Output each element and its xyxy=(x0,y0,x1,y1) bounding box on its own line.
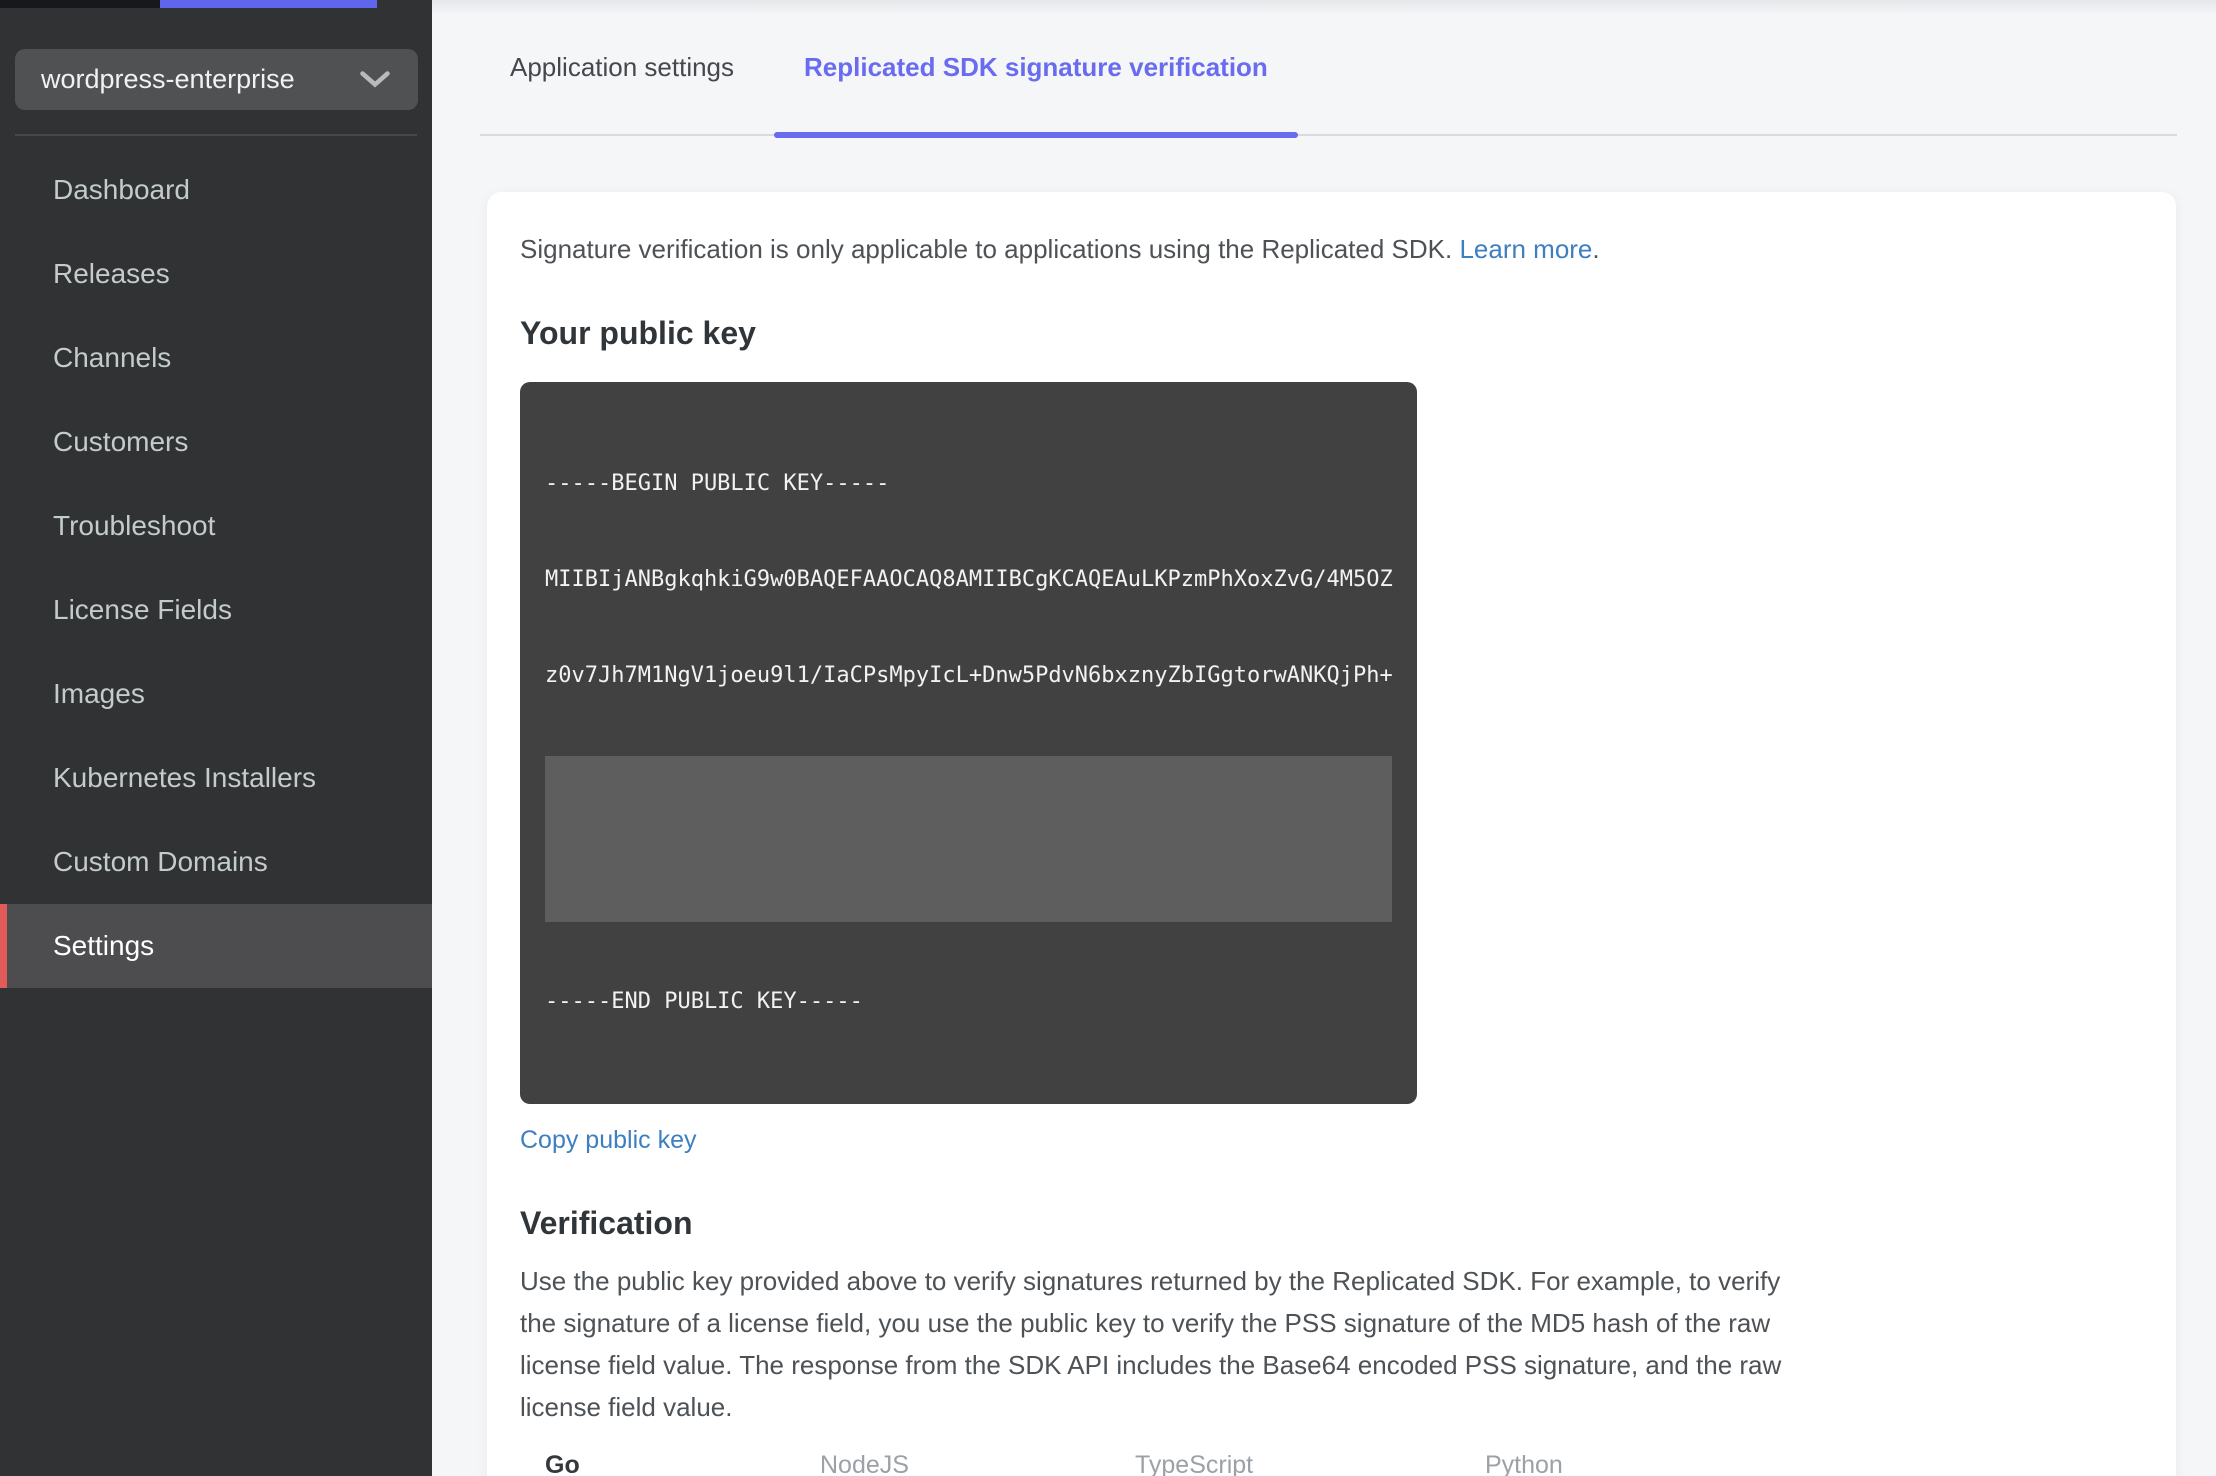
sidebar-item-channels[interactable]: Channels xyxy=(0,316,432,400)
signature-verification-card: Signature verification is only applicabl… xyxy=(487,192,2176,1476)
public-key-block: -----BEGIN PUBLIC KEY----- MIIBIjANBgkqh… xyxy=(520,382,1417,1104)
top-strip-accent xyxy=(160,0,377,8)
key-line-begin: -----BEGIN PUBLIC KEY----- xyxy=(545,471,890,496)
sidebar-nav: Dashboard Releases Channels Customers Tr… xyxy=(0,148,432,988)
verification-description: Use the public key provided above to ver… xyxy=(520,1266,1782,1422)
sidebar-item-kubernetes-installers[interactable]: Kubernetes Installers xyxy=(0,736,432,820)
app-selector-dropdown[interactable]: wordpress-enterprise xyxy=(15,49,418,110)
public-key-title: Your public key xyxy=(520,315,756,351)
sidebar-item-releases[interactable]: Releases xyxy=(0,232,432,316)
copy-public-key-link[interactable]: Copy public key xyxy=(520,1126,696,1155)
intro-suffix: . xyxy=(1592,234,1600,264)
top-strip xyxy=(0,0,160,8)
sidebar-item-dashboard[interactable]: Dashboard xyxy=(0,148,432,232)
app-selector-label: wordpress-enterprise xyxy=(41,64,295,94)
redacted-key-region xyxy=(545,756,1392,922)
tab-typescript[interactable]: TypeScript xyxy=(1110,1434,1460,1476)
app-window: wordpress-enterprise Dashboard Releases … xyxy=(0,0,2216,1476)
sidebar-item-customers[interactable]: Customers xyxy=(0,400,432,484)
key-line-end: -----END PUBLIC KEY----- xyxy=(545,989,863,1014)
settings-tab-bar: Application settings Replicated SDK sign… xyxy=(480,0,2177,138)
language-tab-bar: Go NodeJS TypeScript Python xyxy=(520,1434,1777,1476)
learn-more-link[interactable]: Learn more xyxy=(1459,234,1592,264)
sidebar-divider xyxy=(15,134,417,136)
tab-go[interactable]: Go xyxy=(520,1434,795,1476)
sidebar-item-images[interactable]: Images xyxy=(0,652,432,736)
key-line: z0v7Jh7M1NgV1joeu9l1/IaCPsMpyIcL+Dnw5Pdv… xyxy=(545,663,1393,688)
sidebar-item-settings[interactable]: Settings xyxy=(0,904,432,988)
sidebar-item-custom-domains[interactable]: Custom Domains xyxy=(0,820,432,904)
tab-replicated-sdk-signature-verification[interactable]: Replicated SDK signature verification xyxy=(774,0,1298,138)
tab-python[interactable]: Python xyxy=(1460,1434,1777,1476)
intro-text: Signature verification is only applicabl… xyxy=(520,234,2143,265)
intro-sentence: Signature verification is only applicabl… xyxy=(520,234,1460,264)
tab-nodejs[interactable]: NodeJS xyxy=(795,1434,1110,1476)
sidebar-item-license-fields[interactable]: License Fields xyxy=(0,568,432,652)
tab-application-settings[interactable]: Application settings xyxy=(480,0,764,134)
sidebar-item-troubleshoot[interactable]: Troubleshoot xyxy=(0,484,432,568)
chevron-down-icon xyxy=(360,71,390,88)
main-content: Application settings Replicated SDK sign… xyxy=(432,0,2216,1476)
verification-title: Verification xyxy=(520,1205,693,1241)
sidebar: wordpress-enterprise Dashboard Releases … xyxy=(0,0,432,1476)
key-line: MIIBIjANBgkqhkiG9w0BAQEFAAOCAQ8AMIIBCgKC… xyxy=(545,567,1393,592)
